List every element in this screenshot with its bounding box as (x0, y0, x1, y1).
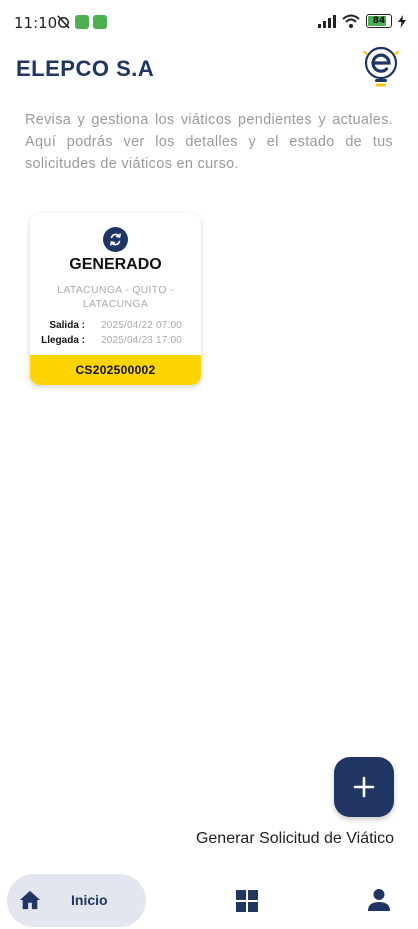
person-icon[interactable] (368, 888, 390, 912)
alarm-off-icon (57, 15, 70, 29)
arrival-label: Llegada : (41, 335, 85, 346)
home-icon (19, 890, 41, 910)
plus-icon (353, 776, 375, 798)
grid-icon[interactable] (236, 890, 258, 912)
request-route: LATACUNGA - QUITO - LATACUNGA (57, 284, 174, 310)
app-notification-icon (93, 14, 107, 29)
signal-icon (318, 14, 336, 28)
status-time: 11:10 (14, 14, 58, 32)
lightbulb-e-logo-icon (363, 46, 399, 87)
wifi-icon (342, 14, 360, 28)
add-request-label[interactable]: Generar Solicitud de Viático (196, 830, 394, 848)
sync-icon (103, 227, 128, 252)
add-request-button[interactable] (334, 757, 394, 817)
nav-home-label: Inicio (71, 892, 108, 908)
request-status: GENERADO (69, 256, 162, 273)
charging-icon (398, 14, 406, 28)
arrival-value: 2025/04/23 17:00 (101, 335, 183, 346)
request-code: CS202500002 (30, 355, 201, 385)
departure-label: Salida : (49, 320, 85, 331)
intro-text: Revisa y gestiona los viáticos pendiente… (25, 112, 393, 172)
app-notification-icon (75, 14, 89, 29)
battery-icon: 84 (366, 14, 392, 28)
bottom-nav: Inicio (0, 866, 418, 929)
travel-request-card[interactable]: GENERADO LATACUNGA - QUITO - LATACUNGA S… (30, 213, 201, 385)
battery-level: 84 (372, 16, 386, 26)
departure-value: 2025/04/22 07:00 (101, 320, 183, 331)
app-title: ELEPCO S.A (16, 56, 155, 81)
nav-item-home[interactable]: Inicio (7, 874, 146, 927)
status-bar: 11:10 84 (0, 0, 418, 46)
